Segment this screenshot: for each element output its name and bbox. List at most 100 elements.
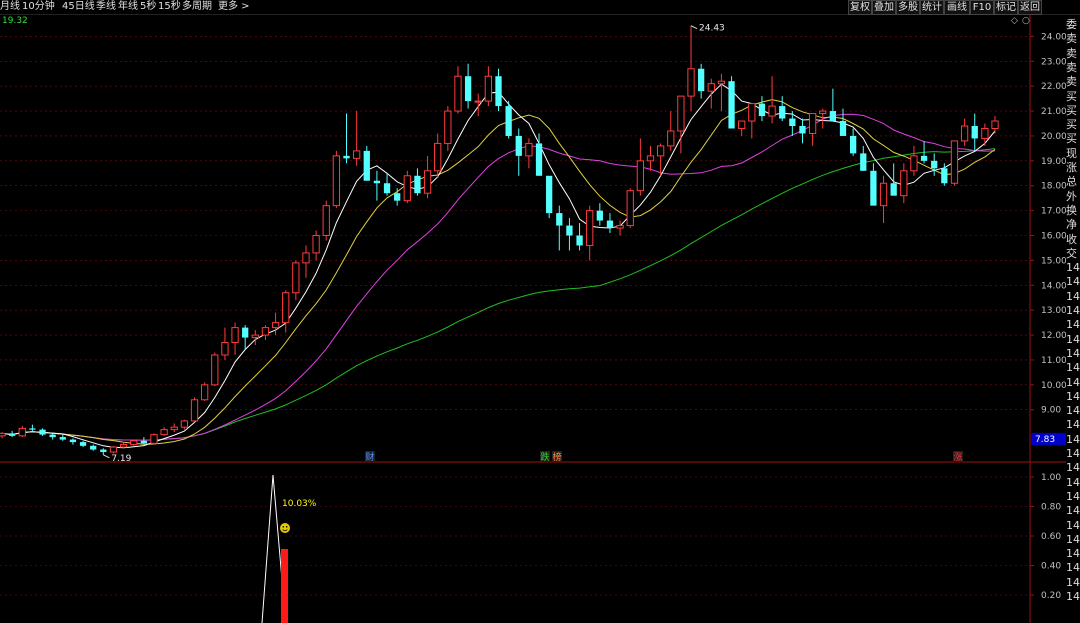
side-item-26: 14 — [1066, 389, 1080, 403]
candle[interactable] — [646, 145, 655, 171]
candle[interactable] — [353, 111, 361, 166]
candle[interactable] — [606, 213, 614, 234]
candle[interactable] — [525, 138, 533, 169]
candle[interactable] — [454, 66, 462, 114]
candle[interactable] — [850, 128, 857, 156]
candle[interactable] — [180, 419, 189, 430]
candle[interactable] — [596, 203, 603, 226]
kline-chart[interactable]: 24.00 23.00 22.00 21.00 20.00 19.00 18.00 17.00… — [0, 0, 1066, 623]
candle[interactable] — [271, 312, 280, 336]
candle[interactable] — [201, 382, 209, 402]
candle[interactable] — [960, 118, 969, 146]
candle[interactable] — [576, 223, 583, 251]
candle[interactable] — [748, 103, 756, 139]
candle[interactable] — [119, 442, 128, 449]
candle[interactable] — [484, 66, 493, 107]
candle[interactable] — [130, 439, 138, 446]
candle[interactable] — [789, 111, 796, 136]
candle[interactable] — [322, 200, 330, 241]
candle[interactable] — [860, 145, 867, 171]
candle[interactable] — [728, 76, 735, 129]
candle[interactable] — [18, 425, 26, 438]
candle[interactable] — [799, 118, 806, 144]
candle[interactable] — [403, 170, 411, 204]
candle[interactable] — [0, 432, 6, 439]
candle[interactable] — [839, 108, 847, 136]
candle[interactable] — [170, 423, 178, 433]
candle[interactable] — [829, 88, 837, 122]
candle[interactable] — [414, 168, 421, 196]
candle[interactable] — [586, 205, 594, 261]
candle[interactable] — [515, 128, 522, 176]
candle[interactable] — [779, 96, 786, 122]
candle[interactable] — [343, 113, 350, 164]
candle[interactable] — [211, 352, 219, 387]
candle[interactable] — [109, 445, 118, 454]
candle[interactable] — [495, 68, 502, 112]
candle[interactable] — [261, 325, 270, 341]
candle[interactable] — [464, 63, 472, 109]
candle[interactable] — [505, 101, 512, 139]
candle[interactable] — [616, 220, 624, 236]
candle[interactable] — [49, 433, 56, 440]
candle[interactable] — [626, 188, 634, 229]
candle[interactable] — [282, 290, 290, 333]
candle[interactable] — [667, 111, 675, 151]
candle[interactable] — [910, 145, 918, 176]
candle[interactable] — [39, 428, 46, 436]
candle[interactable] — [707, 78, 715, 109]
candle[interactable] — [363, 145, 370, 181]
candle[interactable] — [698, 63, 705, 99]
candle[interactable] — [242, 325, 249, 350]
candle[interactable] — [302, 245, 310, 278]
candle[interactable] — [292, 260, 300, 301]
candle[interactable] — [566, 218, 573, 251]
event-marker[interactable]: 榜 — [553, 451, 562, 463]
candle[interactable] — [8, 430, 16, 438]
event-marker[interactable]: 跌 — [541, 452, 550, 463]
candle[interactable] — [160, 427, 168, 436]
candle[interactable] — [870, 163, 877, 206]
candle[interactable] — [738, 120, 746, 136]
candle[interactable] — [79, 440, 87, 448]
candle[interactable] — [758, 96, 766, 122]
candle[interactable] — [90, 444, 97, 451]
candle[interactable] — [931, 153, 938, 176]
candle[interactable] — [251, 330, 259, 346]
candle[interactable] — [991, 116, 999, 134]
candle[interactable] — [29, 424, 36, 433]
candle[interactable] — [332, 150, 341, 209]
candle[interactable] — [231, 322, 239, 355]
candle[interactable] — [69, 438, 77, 445]
event-marker[interactable]: 财 — [366, 451, 375, 463]
indicator-tick-label: 0.60 — [1041, 532, 1061, 542]
event-marker[interactable]: 涨 — [954, 452, 963, 463]
candle[interactable] — [150, 433, 158, 445]
candle[interactable] — [444, 106, 452, 151]
candle[interactable] — [59, 434, 66, 441]
candle[interactable] — [190, 397, 199, 423]
candle[interactable] — [950, 140, 959, 186]
candle[interactable] — [677, 95, 685, 154]
candle[interactable] — [373, 170, 381, 201]
candle[interactable] — [717, 73, 726, 112]
candle[interactable] — [808, 113, 817, 146]
candle[interactable] — [546, 175, 553, 219]
candle[interactable] — [423, 155, 432, 199]
candle[interactable] — [394, 188, 401, 206]
candle[interactable] — [434, 133, 442, 179]
candle[interactable] — [636, 138, 644, 196]
corner-icons[interactable]: ◇ ○ — [1011, 16, 1030, 26]
candle[interactable] — [556, 205, 563, 251]
candle[interactable] — [140, 437, 147, 445]
candle[interactable] — [100, 448, 107, 455]
candle[interactable] — [221, 327, 229, 360]
candle[interactable] — [474, 93, 482, 117]
candle[interactable] — [383, 173, 391, 196]
candle[interactable] — [879, 175, 888, 224]
candle[interactable] — [900, 163, 908, 204]
candle[interactable] — [687, 25, 695, 112]
candle[interactable] — [971, 113, 978, 151]
candle[interactable] — [981, 123, 989, 146]
candle[interactable] — [312, 230, 320, 261]
